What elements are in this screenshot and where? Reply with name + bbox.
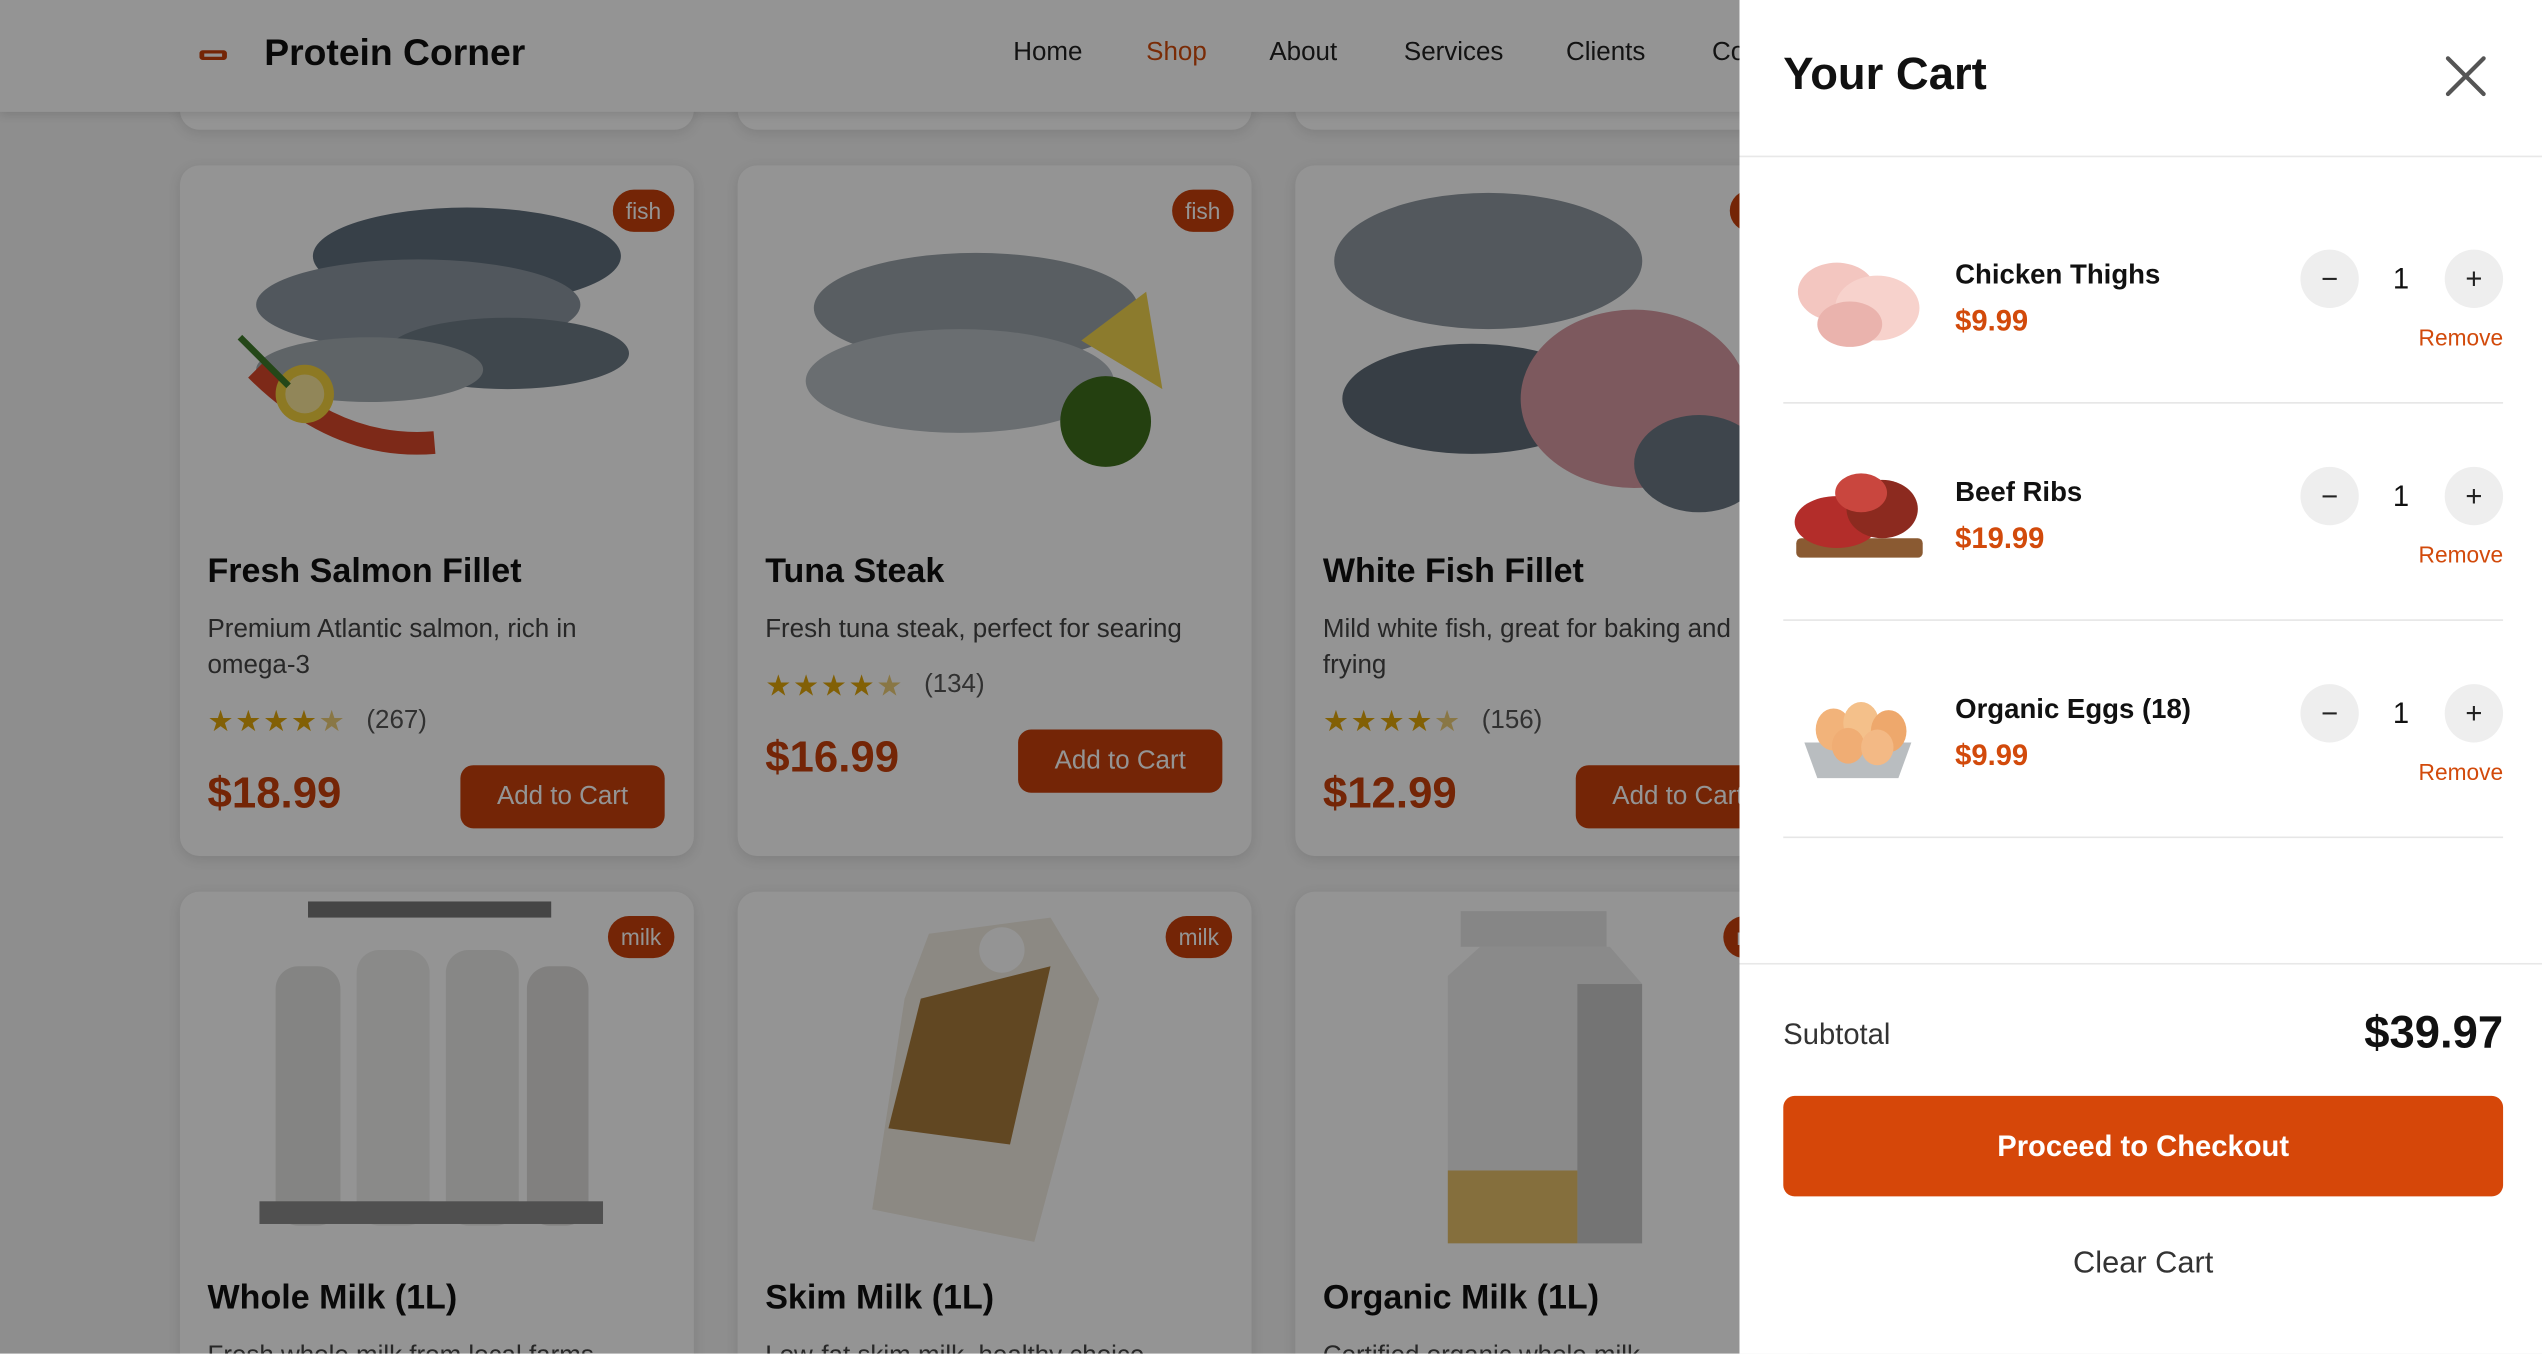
item-divider xyxy=(1783,836,2504,839)
cart-drawer: Your Cart Chicken Thighs $9.99 − 1 + Rem… xyxy=(1739,0,2542,1354)
close-icon[interactable] xyxy=(2441,52,2490,101)
remove-item-link[interactable]: Remove xyxy=(2419,759,2504,785)
quantity-value: 1 xyxy=(2392,479,2410,513)
decrease-qty-button[interactable]: − xyxy=(2300,466,2359,526)
item-divider xyxy=(1783,619,2504,621)
decrease-qty-button[interactable]: − xyxy=(2300,684,2359,743)
checkout-button[interactable]: Proceed to Checkout xyxy=(1783,1095,2504,1197)
cart-item-image-eggs xyxy=(1804,701,1912,779)
clear-cart-button[interactable]: Clear Cart xyxy=(1783,1247,2503,1283)
quantity-value: 1 xyxy=(2392,262,2410,296)
cart-item-price: $19.99 xyxy=(1955,522,2045,555)
cart-item-image-beef xyxy=(1794,473,1923,558)
item-divider xyxy=(1783,402,2504,404)
remove-item-link[interactable]: Remove xyxy=(2419,324,2504,350)
cart-item-name: Organic Eggs (18) xyxy=(1955,693,2191,725)
subtotal-label: Subtotal xyxy=(1783,1018,1891,1051)
increase-qty-button[interactable]: + xyxy=(2444,684,2504,743)
increase-qty-button[interactable]: + xyxy=(2444,249,2504,309)
backdrop-overlay[interactable] xyxy=(0,0,1740,1354)
divider xyxy=(1739,962,2542,965)
cart-title: Your Cart xyxy=(1783,48,1987,99)
cart-item-image-chicken xyxy=(1797,262,1920,347)
quantity-value: 1 xyxy=(2392,697,2410,730)
remove-item-link[interactable]: Remove xyxy=(2419,541,2504,567)
cart-item-price: $9.99 xyxy=(1955,739,2029,772)
app-root: Protein Corner Home Shop About Services … xyxy=(0,0,2542,1354)
decrease-qty-button[interactable]: − xyxy=(2300,249,2359,309)
divider xyxy=(1739,155,2542,158)
cart-item-price: $9.99 xyxy=(1955,304,2029,338)
cart-item-name: Beef Ribs xyxy=(1955,476,2083,508)
increase-qty-button[interactable]: + xyxy=(2444,466,2504,526)
subtotal-value: $39.97 xyxy=(2364,1006,2504,1058)
cart-item-name: Chicken Thighs xyxy=(1955,259,2161,291)
